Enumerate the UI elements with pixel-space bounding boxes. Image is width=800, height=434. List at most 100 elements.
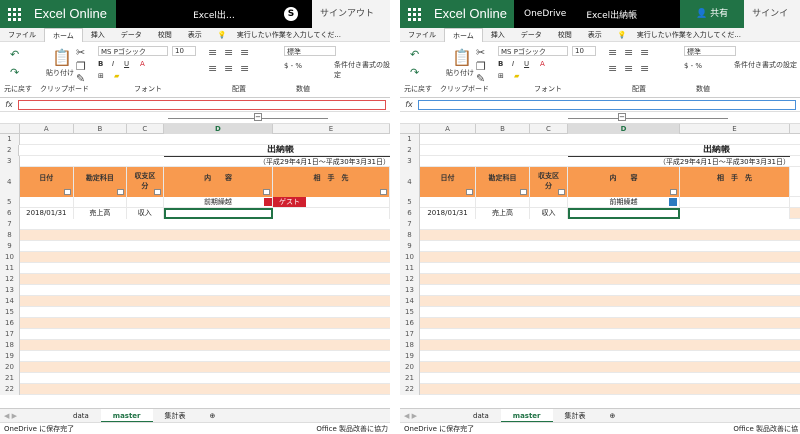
col-header-a[interactable]: A (20, 124, 75, 134)
underline-button[interactable]: U (524, 60, 529, 68)
row-header[interactable]: 12 (0, 274, 20, 285)
number-format-select[interactable]: 標準 (684, 46, 736, 56)
col-header-b[interactable]: B (476, 124, 530, 134)
row-header[interactable]: 15 (0, 307, 20, 318)
row-header[interactable]: 11 (400, 263, 420, 274)
currency-button[interactable]: $ - % (284, 62, 302, 70)
cond-format-button[interactable]: 条件付き書式の設定 (734, 60, 797, 70)
row-header[interactable]: 9 (400, 241, 420, 252)
align-right-icon[interactable]: ≡ (240, 62, 249, 75)
row-header[interactable]: 3 (0, 156, 20, 167)
row-header[interactable]: 18 (400, 340, 420, 351)
cell-b6[interactable]: 売上高 (476, 208, 530, 219)
row-header[interactable]: 8 (0, 230, 20, 241)
row-header[interactable]: 21 (400, 373, 420, 384)
add-sheet-icon[interactable]: ⊕ (598, 409, 628, 423)
collapse-button[interactable]: − (254, 113, 262, 121)
currency-button[interactable]: $ - % (684, 62, 702, 70)
row-header[interactable]: 2 (400, 145, 420, 156)
sheet-title[interactable]: 出納帳 (19, 145, 390, 156)
row-header[interactable]: 1 (0, 134, 20, 145)
cond-format-button[interactable]: 条件付き書式の設定 (334, 60, 390, 80)
row-header[interactable]: 10 (0, 252, 20, 263)
cell-c6[interactable]: 収入 (126, 208, 164, 219)
cell-b6[interactable]: 売上高 (74, 208, 127, 219)
row-header[interactable]: 3 (400, 156, 420, 167)
col-header-d[interactable]: D (163, 124, 274, 134)
fill-color-button[interactable]: ▰ (114, 72, 119, 80)
align-left-icon[interactable]: ≡ (208, 62, 217, 75)
doc-title[interactable]: Excel出納帳 (576, 8, 647, 21)
bold-button[interactable]: B (98, 60, 103, 68)
feedback-link[interactable]: Office 製品改善に協力 (316, 423, 390, 434)
app-name[interactable]: Excel Online (428, 0, 514, 28)
fx-icon[interactable]: fx (400, 100, 418, 109)
row-header[interactable]: 22 (400, 384, 420, 395)
row-header[interactable]: 6 (0, 208, 20, 219)
row-header[interactable]: 10 (400, 252, 420, 263)
row-header[interactable]: 11 (0, 263, 20, 274)
sheet-tab-summary[interactable]: 集計表 (553, 409, 598, 423)
row-header[interactable]: 17 (0, 329, 20, 340)
col-header-e[interactable]: E (680, 124, 790, 134)
tab-insert[interactable]: 挿入 (483, 28, 513, 42)
row-header[interactable]: 13 (400, 285, 420, 296)
header-partner[interactable]: 相 手 先 (273, 167, 390, 197)
underline-button[interactable]: U (124, 60, 129, 68)
cell[interactable] (530, 197, 568, 208)
cell-a6[interactable]: 2018/01/31 (19, 208, 75, 219)
sheet-tab-master[interactable]: master (100, 408, 153, 423)
filter-dropdown-icon[interactable] (380, 189, 387, 195)
header-account[interactable]: 勘定科目 (74, 167, 127, 197)
tab-review[interactable]: 校閲 (150, 28, 180, 42)
active-cell-d6[interactable] (163, 208, 274, 219)
onedrive-link[interactable]: OneDrive (514, 9, 576, 19)
font-name-select[interactable]: MS Pゴシック (498, 46, 568, 56)
row-header[interactable]: 7 (400, 219, 420, 230)
align-bottom-icon[interactable]: ≡ (240, 46, 249, 59)
header-date[interactable]: 日付 (420, 167, 476, 197)
row-header[interactable]: 1 (400, 134, 420, 145)
row-header[interactable]: 20 (0, 362, 20, 373)
tab-insert[interactable]: 挿入 (83, 28, 113, 42)
select-all-corner[interactable] (0, 124, 20, 134)
header-type[interactable]: 収支区分 (530, 167, 568, 197)
row-header[interactable]: 19 (0, 351, 20, 362)
italic-button[interactable]: I (512, 60, 514, 68)
row-header[interactable]: 4 (0, 167, 20, 197)
app-name[interactable]: Excel Online (28, 0, 116, 28)
align-bottom-icon[interactable]: ≡ (640, 46, 649, 59)
header-partner[interactable]: 相 手 先 (680, 167, 790, 197)
tab-file[interactable]: ファイル (0, 28, 44, 42)
tell-me-box[interactable]: 💡 実行したい作業を入力してくだ... (610, 28, 757, 42)
align-middle-icon[interactable]: ≡ (624, 46, 633, 59)
cell[interactable] (127, 197, 164, 208)
row-header[interactable]: 19 (400, 351, 420, 362)
col-header-b[interactable]: B (74, 124, 127, 134)
align-right-icon[interactable]: ≡ (640, 62, 649, 75)
row-header[interactable]: 5 (400, 197, 420, 208)
fx-icon[interactable]: fx (0, 100, 18, 109)
tab-view[interactable]: 表示 (580, 28, 610, 42)
tab-nav-arrows[interactable]: ◀ ▶ (400, 409, 421, 423)
font-color-button[interactable]: A (540, 60, 545, 68)
filter-dropdown-icon[interactable] (466, 189, 473, 195)
redo-icon[interactable]: ↷ (10, 66, 19, 79)
cell[interactable] (74, 197, 127, 208)
row-header[interactable]: 8 (400, 230, 420, 241)
col-header-a[interactable]: A (420, 124, 476, 134)
borders-button[interactable]: ⊞ (498, 72, 504, 80)
formula-input[interactable] (18, 99, 386, 110)
tab-review[interactable]: 校閲 (550, 28, 580, 42)
bold-button[interactable]: B (498, 60, 503, 68)
active-cell-d6[interactable] (568, 208, 680, 219)
tab-file[interactable]: ファイル (400, 28, 444, 42)
cell-c6[interactable]: 収入 (530, 208, 568, 219)
align-top-icon[interactable]: ≡ (208, 46, 217, 59)
cell[interactable] (20, 197, 75, 208)
italic-button[interactable]: I (112, 60, 114, 68)
sheet-title[interactable]: 出納帳 (420, 145, 790, 156)
filter-dropdown-icon[interactable] (64, 189, 72, 195)
row-header[interactable]: 15 (400, 307, 420, 318)
filter-dropdown-icon[interactable] (670, 189, 677, 195)
